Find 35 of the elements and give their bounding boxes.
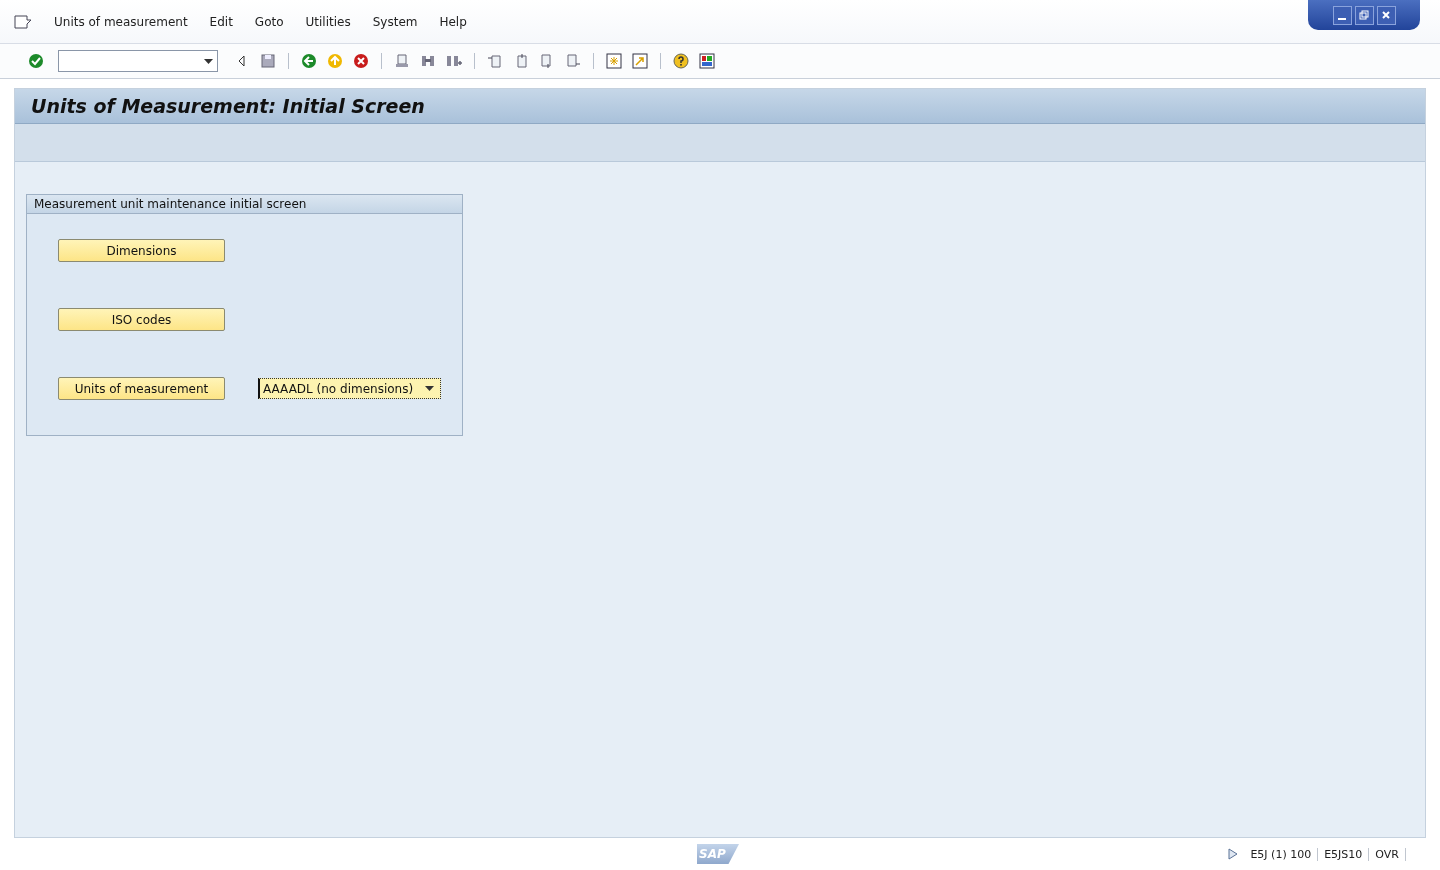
save-icon[interactable] — [258, 51, 278, 71]
restore-icon — [1359, 10, 1369, 20]
group-box-title: Measurement unit maintenance initial screen — [27, 195, 462, 214]
menu-item[interactable]: Utilities — [305, 14, 351, 29]
command-field[interactable] — [58, 50, 218, 72]
cancel-icon[interactable] — [351, 51, 371, 71]
play-icon[interactable] — [1228, 848, 1239, 860]
minimize-icon — [1338, 18, 1346, 20]
shortcut-icon[interactable] — [630, 51, 650, 71]
menu-item[interactable]: Help — [439, 14, 467, 29]
layout-icon[interactable] — [697, 51, 717, 71]
action-button[interactable]: Units of measurement — [58, 377, 225, 400]
help-icon[interactable] — [671, 51, 691, 71]
action-button[interactable]: Dimensions — [58, 239, 225, 262]
restore-button[interactable] — [1354, 5, 1374, 25]
insert-mode: OVR — [1369, 847, 1406, 861]
check-icon[interactable] — [26, 51, 46, 71]
menu-item[interactable]: Units of measurement — [54, 14, 188, 29]
menu-icon[interactable] — [14, 14, 32, 29]
new-session-icon[interactable] — [604, 51, 624, 71]
sap-logo: SAP — [697, 844, 739, 864]
system-info[interactable]: E5J (1) 100 — [1244, 847, 1319, 861]
action-button[interactable]: ISO codes — [58, 308, 225, 331]
close-button[interactable] — [1376, 5, 1396, 25]
menu-item[interactable]: System — [372, 14, 418, 29]
close-icon — [1381, 10, 1391, 20]
screen-title: Units of Measurement: Initial Screen — [31, 95, 425, 117]
caret-icon — [204, 58, 213, 64]
minimize-button[interactable] — [1332, 5, 1352, 25]
menu-item[interactable]: Edit — [209, 14, 233, 29]
back-icon[interactable] — [299, 51, 319, 71]
unit-dropdown[interactable]: AAAADL (no dimensions) — [258, 378, 441, 399]
server-name: E5JS10 — [1318, 847, 1370, 861]
caret-icon — [425, 386, 434, 391]
menu-item[interactable]: Goto — [254, 14, 284, 29]
